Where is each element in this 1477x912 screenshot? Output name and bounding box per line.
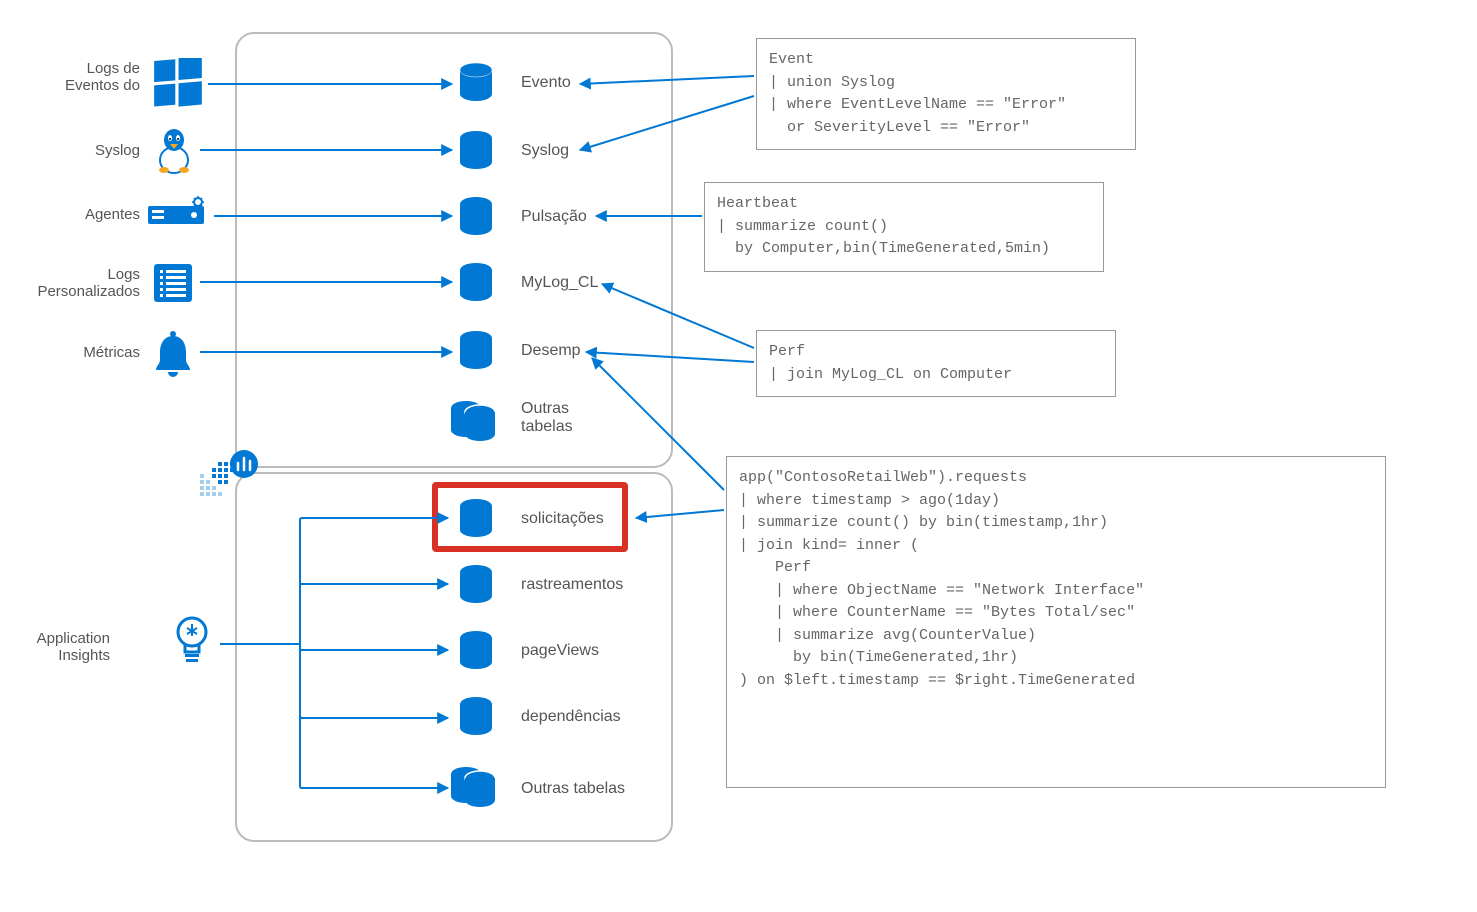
source-label-app-insights: Application Insights [10,630,110,664]
database-icon [456,330,496,372]
query-box-perf: Perf | join MyLog_CL on Computer [756,330,1116,397]
source-label-syslog: Syslog [20,142,140,159]
query-box-heartbeat: Heartbeat | summarize count() by Compute… [704,182,1104,272]
database-stack-icon [450,762,502,812]
table-rastreamentos: rastreamentos [521,576,623,594]
query-box-app: app("ContosoRetailWeb").requests | where… [726,456,1386,788]
database-icon [456,696,496,738]
database-icon [456,564,496,606]
source-label-event-logs: Logs de Eventos do [20,60,140,94]
source-label-agents: Agentes [20,206,140,223]
table-outras-bottom: Outras tabelas [521,780,625,798]
log-analytics-badge-icon [198,448,268,504]
database-icon [456,130,496,172]
table-outras-top: Outras tabelas [521,400,573,436]
lightbulb-icon [170,614,214,670]
table-desemp: Desemp [521,342,581,360]
source-label-custom-logs: Logs Personalizados [10,266,140,300]
database-icon [456,196,496,238]
source-label-metrics: Métricas [20,344,140,361]
query-box-event: Event | union Syslog | where EventLevelN… [756,38,1136,150]
database-icon [456,62,496,104]
table-evento: Evento [521,74,571,92]
windows-logo-icon [152,58,204,110]
linux-penguin-icon [152,124,196,174]
table-mylog-cl: MyLog_CL [521,274,598,292]
server-icon [146,196,210,228]
table-dependencias: dependências [521,708,621,726]
bell-icon [150,330,196,382]
database-icon [456,498,496,540]
database-stack-icon [450,396,502,446]
list-icon [150,260,196,306]
database-icon [456,630,496,672]
table-syslog: Syslog [521,142,569,160]
table-pulsacao: Pulsação [521,208,587,226]
database-icon [456,262,496,304]
table-pageviews: pageViews [521,642,599,660]
table-solicitacoes: solicitações [521,510,604,528]
